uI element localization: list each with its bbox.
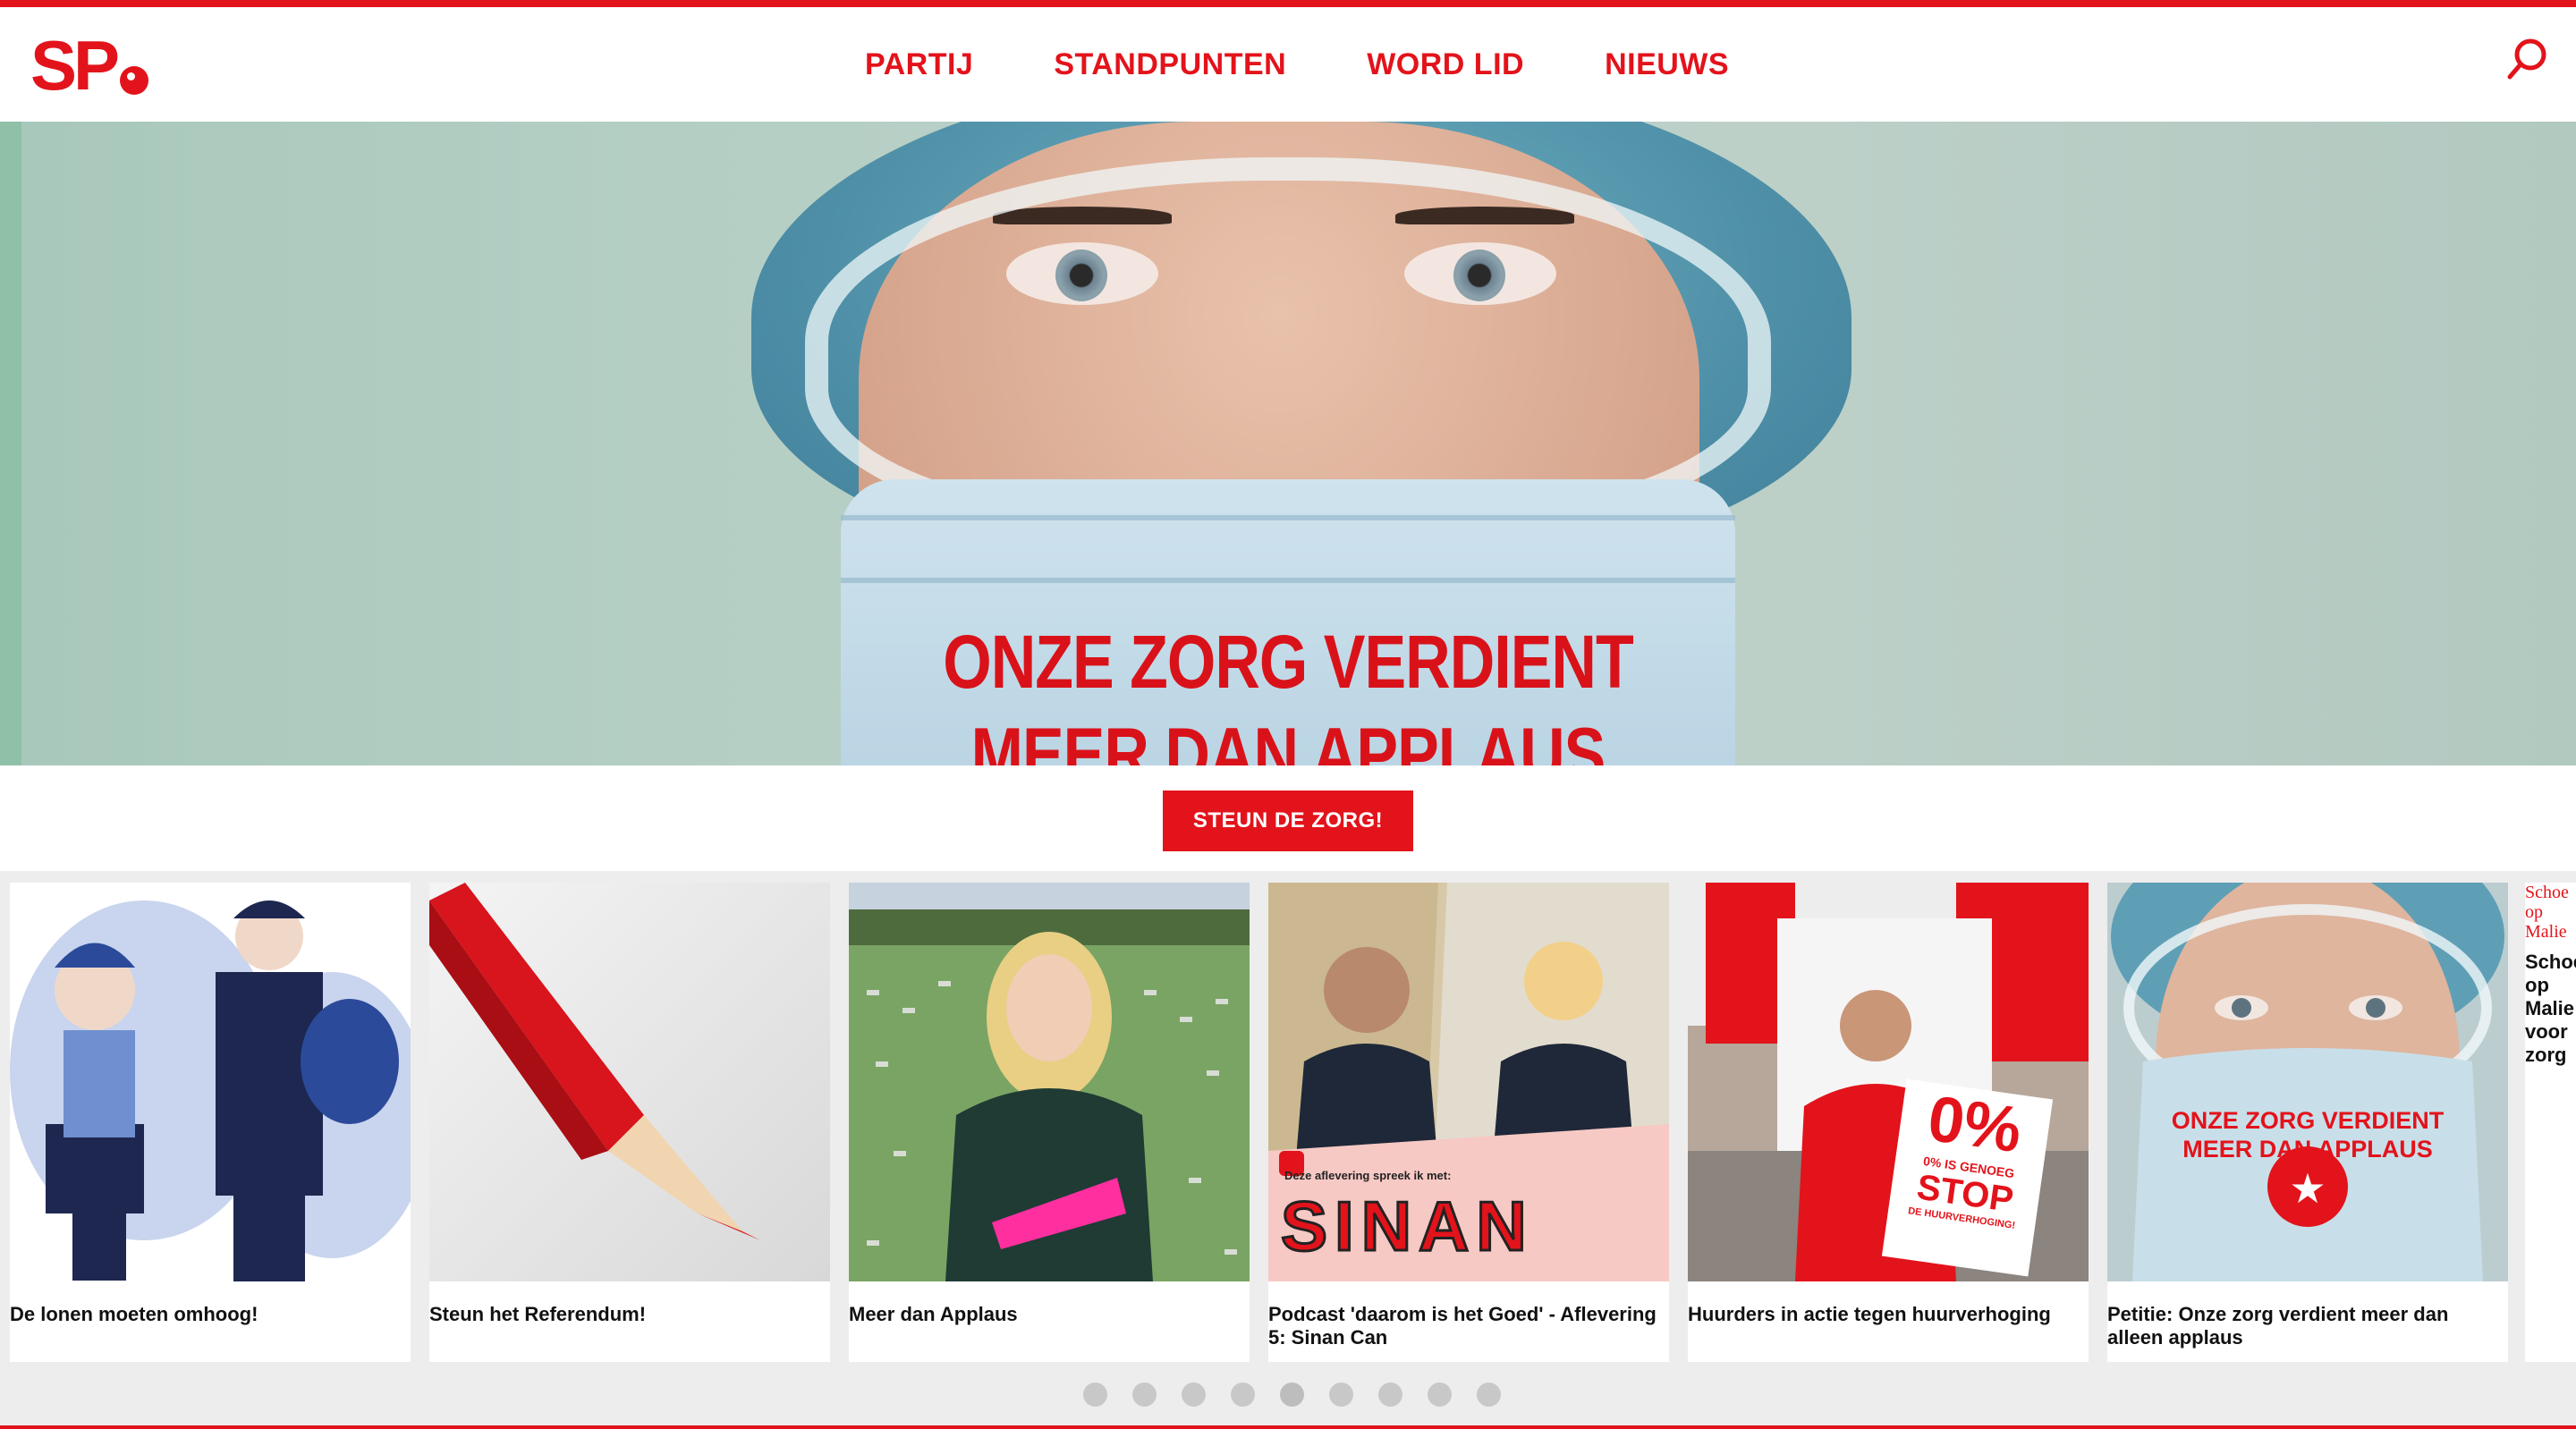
card-image-lonen xyxy=(10,883,411,1281)
main-nav: PARTIJ STANDPUNTEN WORD LID NIEUWS xyxy=(0,7,2576,122)
card-image-petitie: ★ ONZE ZORG VERDIENT MEER DAN APPLAUS xyxy=(2107,883,2508,1281)
nav-item-partij[interactable]: PARTIJ xyxy=(865,47,973,82)
carousel-dot[interactable] xyxy=(1131,1382,1157,1407)
rent-protest-sign: 0% 0% IS GENOEG STOP DE HUURVERHOGING! xyxy=(1881,1078,2054,1277)
news-carousel: De lonen moeten omhoog! Steun het Refere… xyxy=(0,871,2576,1429)
site-header: SP PARTIJ STANDPUNTEN WORD LID NIEUWS xyxy=(0,7,2576,122)
partial-card-alt-text: Schoe op Malie xyxy=(2525,883,2569,942)
card-title: Huurders in actie tegen huurverhoging xyxy=(1688,1303,2051,1325)
card-mask-line2: MEER DAN APPLAUS xyxy=(2182,1136,2433,1163)
search-button[interactable] xyxy=(2503,34,2553,84)
carousel-dot[interactable] xyxy=(1328,1382,1353,1407)
news-card[interactable]: ★ ONZE ZORG VERDIENT MEER DAN APPLAUS Pe… xyxy=(2107,883,2508,1362)
news-card[interactable]: Meer dan Applaus xyxy=(849,883,1250,1362)
card-title: De lonen moeten omhoog! xyxy=(10,1303,258,1325)
top-accent-line xyxy=(0,0,2576,7)
card-title: Petitie: Onze zorg verdient meer dan all… xyxy=(2107,1303,2449,1349)
carousel-dot[interactable] xyxy=(1181,1382,1206,1407)
podcast-overlay-big: SINAN xyxy=(1280,1187,1534,1265)
partial-card-title: Schoe op Malie voor zorg xyxy=(2525,951,2576,1066)
card-mask-slogan: ONZE ZORG VERDIENT MEER DAN APPLAUS xyxy=(2107,1106,2508,1163)
nav-item-standpunten[interactable]: STANDPUNTEN xyxy=(1054,47,1286,82)
news-card[interactable]: 0% 0% IS GENOEG STOP DE HUURVERHOGING! H… xyxy=(1688,883,2089,1362)
search-icon xyxy=(2507,38,2546,80)
carousel-dot[interactable] xyxy=(1279,1382,1304,1407)
bottom-accent-line xyxy=(0,1425,2576,1429)
svg-text:★: ★ xyxy=(2289,1164,2326,1213)
card-title: Steun het Referendum! xyxy=(429,1303,647,1325)
face-mask: ONZE ZORG VERDIENT MEER DAN APPLAUS xyxy=(841,479,1735,765)
carousel-dot[interactable] xyxy=(1377,1382,1402,1407)
card-image-podcast: Deze aflevering spreek ik met: SINAN xyxy=(1268,883,1669,1281)
sp-logo[interactable]: SP xyxy=(30,26,149,105)
nav-item-nieuws[interactable]: NIEUWS xyxy=(1605,47,1729,82)
card-mask-line1: ONZE ZORG VERDIENT xyxy=(2171,1107,2445,1134)
carousel-dot[interactable] xyxy=(1476,1382,1501,1407)
steun-de-zorg-button[interactable]: STEUN DE ZORG! xyxy=(1163,791,1413,851)
tomato-icon xyxy=(120,66,149,95)
podcast-overlay-small: Deze aflevering spreek ik met: xyxy=(1284,1169,1452,1182)
carousel-pagination xyxy=(0,1382,2576,1409)
mask-pleat xyxy=(841,515,1735,520)
card-image-applaus xyxy=(849,883,1250,1281)
mask-slogan: ONZE ZORG VERDIENT MEER DAN APPLAUS xyxy=(841,616,1735,765)
card-title: Podcast 'daarom is het Goed' - Afleverin… xyxy=(1268,1303,1657,1349)
card-image-pencil xyxy=(429,883,830,1281)
news-card[interactable]: De lonen moeten omhoog! xyxy=(10,883,411,1362)
news-card-partial[interactable]: Schoe op Malie Schoe op Malie voor zorg xyxy=(2525,883,2576,1362)
hero-edge xyxy=(0,122,21,765)
mask-slogan-line2: MEER DAN APPLAUS xyxy=(970,712,1606,765)
carousel-dot[interactable] xyxy=(1427,1382,1452,1407)
news-card[interactable]: Steun het Referendum! xyxy=(429,883,830,1362)
card-title: Meer dan Applaus xyxy=(849,1303,1018,1325)
carousel-dot[interactable] xyxy=(1230,1382,1255,1407)
mask-slogan-line1: ONZE ZORG VERDIENT xyxy=(943,620,1633,705)
news-card[interactable]: Deze aflevering spreek ik met: SINAN Pod… xyxy=(1268,883,1669,1362)
cta-area: STEUN DE ZORG! xyxy=(0,765,2576,871)
logo-text: SP xyxy=(30,26,120,105)
mask-pleat xyxy=(841,578,1735,583)
card-image-huurders: 0% 0% IS GENOEG STOP DE HUURVERHOGING! xyxy=(1688,883,2089,1281)
carousel-dot[interactable] xyxy=(1082,1382,1107,1407)
hero-banner[interactable]: ONZE ZORG VERDIENT MEER DAN APPLAUS ★ xyxy=(0,122,2576,765)
nav-item-word-lid[interactable]: WORD LID xyxy=(1367,47,1524,82)
